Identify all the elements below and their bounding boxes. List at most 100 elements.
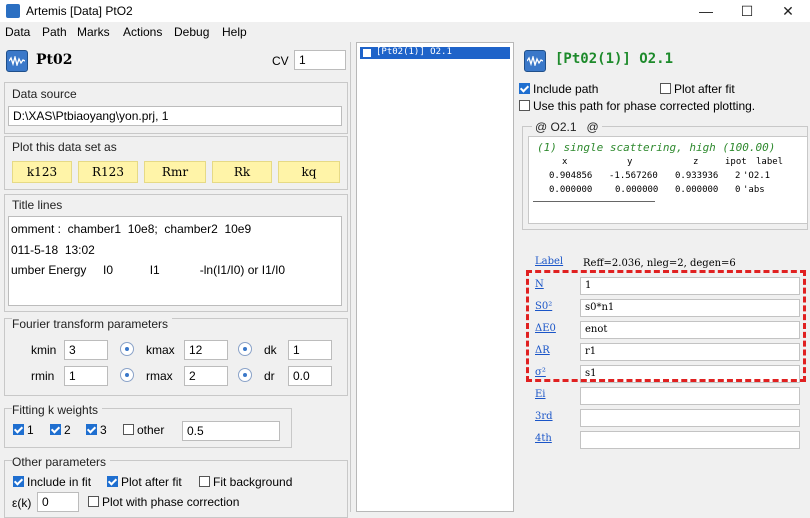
title-lines-textarea[interactable]: omment : chamber1 10e8; chamber2 10e9 01… [8, 216, 342, 306]
kmax-pick-icon[interactable] [238, 342, 252, 356]
phase-corrected-label: Use this path for phase corrected plotti… [533, 99, 756, 113]
row1-label: 'O2.1 [743, 171, 771, 181]
path-geometry-box: (1) single scattering, high (100.00) x y… [528, 136, 808, 224]
plot-after-fit-checkbox[interactable] [107, 476, 118, 487]
wave-logo-icon [6, 50, 28, 72]
plot-k123-button[interactable]: k123 [12, 161, 72, 183]
path-checkbox-icon[interactable] [363, 49, 371, 57]
include-in-fit-label: Include in fit [27, 475, 92, 489]
plot-r123-button[interactable]: R123 [78, 161, 138, 183]
path-wave-logo-icon [524, 50, 546, 72]
data-name-label: Pt02 [36, 52, 73, 68]
row2-ipot: 0 [735, 185, 741, 195]
path-plot-after-fit-label: Plot after fit [674, 82, 735, 96]
kweight-2-label: 2 [64, 423, 71, 437]
plot-kq-button[interactable]: kq [278, 161, 340, 183]
plot-phase-label: Plot with phase correction [102, 495, 240, 509]
highlight-annotation [526, 270, 806, 382]
path-list-item-selected[interactable]: [Pt02(1)] O2.1 [360, 47, 510, 59]
label-value: Reff=2.036, nleg=2, degen=6 [583, 258, 736, 269]
path-title: [Pt02(1)] O2.1 [555, 51, 674, 67]
include-path-checkbox[interactable] [519, 83, 530, 94]
fourier-label: Fourier transform parameters [12, 317, 173, 331]
kmin-input[interactable]: 3 [64, 340, 108, 360]
row1-z: 0.933936 [675, 171, 719, 181]
title-line-3: umber Energy I0 I1 -ln(I1/I0) or I1/I0 [11, 263, 286, 277]
maximize-button[interactable]: ☐ [725, 0, 769, 22]
row2-label: 'abs [743, 185, 765, 195]
window-title: Artemis [Data] PtO2 [26, 4, 133, 18]
kweight-2-checkbox[interactable] [50, 424, 61, 435]
menu-bar [0, 22, 810, 42]
scattering-title: (1) single scattering, high (100.00) [537, 141, 776, 154]
rmax-input[interactable]: 2 [184, 366, 228, 386]
kweight-1-checkbox[interactable] [13, 424, 24, 435]
rmin-input[interactable]: 1 [64, 366, 108, 386]
title-line-1: omment : chamber1 10e8; chamber2 10e9 [11, 222, 252, 236]
row2-x: 0.000000 [549, 185, 593, 195]
path-list[interactable] [356, 42, 514, 512]
minimize-button[interactable]: — [684, 0, 728, 22]
menu-help[interactable]: Help [222, 25, 247, 39]
epsilon-k-input[interactable]: 0 [37, 492, 79, 512]
dr-label: dr [264, 369, 275, 383]
include-in-fit-checkbox[interactable] [13, 476, 24, 487]
table-divider [533, 201, 655, 202]
phase-corrected-checkbox[interactable] [519, 100, 530, 111]
data-source-label: Data source [12, 87, 77, 101]
kweight-other-checkbox[interactable] [123, 424, 134, 435]
row2-y: 0.000000 [615, 185, 659, 195]
path-plot-after-fit-checkbox[interactable] [660, 83, 671, 94]
col-x-header: x [562, 157, 568, 167]
col-z-header: z [693, 157, 699, 167]
kmax-input[interactable]: 12 [184, 340, 228, 360]
menu-path[interactable]: Path [42, 25, 67, 39]
fit-background-checkbox[interactable] [199, 476, 210, 487]
param-ei-link[interactable]: Ei [535, 389, 546, 400]
rmax-pick-icon[interactable] [238, 368, 252, 382]
param-3rd-link[interactable]: 3rd [535, 411, 553, 422]
dr-input[interactable]: 0.0 [288, 366, 332, 386]
param-3rd-input[interactable] [580, 409, 800, 427]
col-label-header: label [756, 157, 784, 167]
plot-rmr-button[interactable]: Rmr [144, 161, 206, 183]
row2-z: 0.000000 [675, 185, 719, 195]
row1-ipot: 2 [735, 171, 741, 181]
kweight-other-input[interactable]: 0.5 [182, 421, 280, 441]
kweight-1-label: 1 [27, 423, 34, 437]
dk-input[interactable]: 1 [288, 340, 332, 360]
rmin-pick-icon[interactable] [120, 368, 134, 382]
plot-rk-button[interactable]: Rk [212, 161, 272, 183]
dk-label: dk [264, 343, 277, 357]
param-4th-input[interactable] [580, 431, 800, 449]
rmax-label: rmax [146, 369, 173, 383]
col-y-header: y [627, 157, 633, 167]
param-ei-input[interactable] [580, 387, 800, 405]
col-ipot-header: ipot [725, 157, 747, 167]
kmin-pick-icon[interactable] [120, 342, 134, 356]
plot-as-label: Plot this data set as [12, 140, 117, 154]
menu-data[interactable]: Data [5, 25, 30, 39]
menu-actions[interactable]: Actions [123, 25, 162, 39]
kweight-3-checkbox[interactable] [86, 424, 97, 435]
cv-input[interactable]: 1 [294, 50, 346, 70]
label-link[interactable]: Label [535, 256, 563, 267]
row1-y: -1.567260 [609, 171, 658, 181]
title-lines-label: Title lines [12, 198, 63, 212]
kweight-other-label: other [137, 423, 165, 437]
include-path-label: Include path [533, 82, 599, 96]
fit-background-label: Fit background [213, 475, 293, 489]
cv-label: CV [272, 54, 289, 68]
menu-marks[interactable]: Marks [77, 25, 110, 39]
data-source-field[interactable]: D:\XAS\Ptbiaoyang\yon.prj, 1 [8, 106, 342, 126]
plot-phase-checkbox[interactable] [88, 496, 99, 507]
path-info-label: @ O2.1 @ [532, 120, 602, 134]
close-button[interactable]: ✕ [766, 0, 810, 22]
kweights-label: Fitting k weights [12, 403, 103, 417]
menu-debug[interactable]: Debug [174, 25, 209, 39]
epsilon-k-label: ε(k) [12, 496, 32, 510]
param-4th-link[interactable]: 4th [535, 433, 552, 444]
rmin-label: rmin [31, 369, 55, 383]
kmin-label: kmin [31, 343, 57, 357]
plot-after-fit-label: Plot after fit [121, 475, 182, 489]
